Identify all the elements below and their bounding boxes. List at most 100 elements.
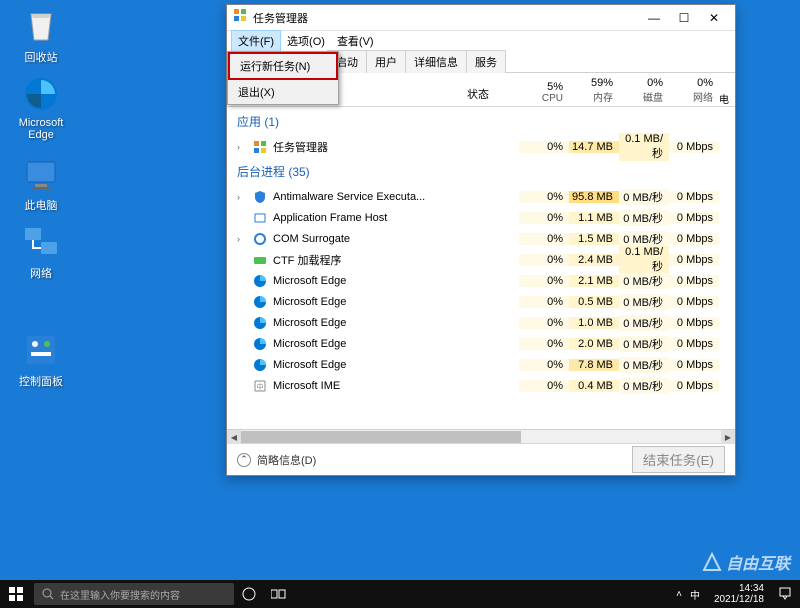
- menu-view[interactable]: 查看(V): [331, 31, 380, 51]
- app-icon: [253, 140, 267, 154]
- desktop-icon-network[interactable]: 网络: [12, 222, 70, 281]
- net-cell: 0 Mbps: [669, 191, 719, 203]
- cpu-cell: 0%: [519, 141, 569, 153]
- file-dropdown: 运行新任务(N) 退出(X): [227, 51, 339, 105]
- process-name: COM Surrogate: [273, 233, 350, 245]
- svg-text:中: 中: [257, 382, 264, 391]
- clock-date: 2021/12/18: [714, 594, 764, 605]
- desktop-icon-label: 此电脑: [12, 197, 70, 213]
- chevron-right-icon[interactable]: ›: [237, 192, 247, 202]
- window-icon: [253, 211, 267, 225]
- mem-cell: 1.1 MB: [569, 212, 619, 224]
- process-row[interactable]: Application Frame Host 0% 1.1 MB 0 MB/秒 …: [227, 207, 735, 228]
- process-row[interactable]: ›Antimalware Service Executa... 0% 95.8 …: [227, 186, 735, 207]
- process-row[interactable]: › 任务管理器 0% 14.7 MB 0.1 MB/秒 0 Mbps: [227, 136, 735, 157]
- tab-users[interactable]: 用户: [366, 50, 406, 73]
- process-row[interactable]: Microsoft Edge 0% 2.0 MB 0 MB/秒 0 Mbps: [227, 333, 735, 354]
- col-mem[interactable]: 59% 内存: [569, 73, 619, 106]
- tray-ime-icon[interactable]: 中: [690, 587, 700, 602]
- close-button[interactable]: ✕: [699, 6, 729, 30]
- search-box[interactable]: 在这里输入你要搜索的内容: [34, 583, 234, 605]
- disk-pct: 0%: [625, 77, 663, 89]
- shield-icon: [253, 190, 267, 204]
- process-row[interactable]: Microsoft Edge 0% 7.8 MB 0 MB/秒 0 Mbps: [227, 354, 735, 375]
- menu-options[interactable]: 选项(O): [281, 31, 331, 51]
- ime-icon: 中: [253, 379, 267, 393]
- cpu-pct: 5%: [525, 81, 563, 93]
- fewer-details-button[interactable]: ⌃ 简略信息(D): [237, 452, 316, 468]
- chevron-up-icon: ⌃: [237, 453, 251, 467]
- chevron-right-icon[interactable]: ›: [237, 142, 247, 152]
- disk-cell: 0 MB/秒: [619, 357, 669, 373]
- desktop-icon-control-panel[interactable]: 控制面板: [12, 330, 70, 389]
- mem-cell: 2.1 MB: [569, 275, 619, 287]
- col-cpu[interactable]: 5% CPU: [519, 73, 569, 106]
- menu-new-task[interactable]: 运行新任务(N): [228, 52, 338, 80]
- cpu-cell: 0%: [519, 275, 569, 287]
- titlebar[interactable]: 任务管理器 — ☐ ✕: [227, 5, 735, 31]
- net-pct: 0%: [675, 77, 713, 89]
- network-icon: [21, 222, 61, 262]
- minimize-button[interactable]: —: [639, 6, 669, 30]
- cpu-cell: 0%: [519, 338, 569, 350]
- desktop-icon-label: 网络: [12, 265, 70, 281]
- process-name: Microsoft IME: [273, 380, 340, 392]
- clock[interactable]: 14:34 2021/12/18: [708, 583, 770, 605]
- desktop-icon-edge[interactable]: Microsoft Edge: [12, 74, 70, 141]
- edge-icon: [253, 274, 267, 288]
- mem-cell: 14.7 MB: [569, 141, 619, 153]
- cpu-cell: 0%: [519, 212, 569, 224]
- menu-exit[interactable]: 退出(X): [228, 80, 338, 104]
- scrollbar-thumb[interactable]: [241, 431, 521, 443]
- scroll-right-button[interactable]: ▶: [721, 430, 735, 444]
- search-placeholder: 在这里输入你要搜索的内容: [60, 587, 180, 602]
- process-row[interactable]: 中Microsoft IME 0% 0.4 MB 0 MB/秒 0 Mbps: [227, 375, 735, 396]
- process-name: Microsoft Edge: [273, 359, 346, 371]
- desktop-icon-this-pc[interactable]: 此电脑: [12, 154, 70, 213]
- task-view-icon[interactable]: [264, 580, 294, 608]
- end-task-button[interactable]: 结束任务(E): [632, 446, 725, 473]
- desktop-icon-label: Microsoft Edge: [12, 117, 70, 141]
- mem-cell: 7.8 MB: [569, 359, 619, 371]
- window-title: 任务管理器: [253, 10, 308, 26]
- maximize-button[interactable]: ☐: [669, 6, 699, 30]
- mem-pct: 59%: [575, 77, 613, 89]
- watermark-text: 自由互联: [726, 550, 790, 574]
- scroll-left-button[interactable]: ◀: [227, 430, 241, 444]
- tab-services[interactable]: 服务: [466, 50, 506, 73]
- tray-chevron-icon[interactable]: ˄: [676, 589, 682, 600]
- col-status[interactable]: 状态: [463, 73, 519, 106]
- edge-icon: [253, 316, 267, 330]
- net-cell: 0 Mbps: [669, 380, 719, 392]
- disk-cell: 0 MB/秒: [619, 231, 669, 247]
- col-extra[interactable]: 电: [719, 73, 735, 106]
- watermark: 自由互联: [702, 550, 790, 574]
- chevron-right-icon[interactable]: ›: [237, 234, 247, 244]
- disk-cell: 0 MB/秒: [619, 294, 669, 310]
- edge-icon: [253, 337, 267, 351]
- process-row[interactable]: Microsoft Edge 0% 2.1 MB 0 MB/秒 0 Mbps: [227, 270, 735, 291]
- cpu-cell: 0%: [519, 254, 569, 266]
- cpu-label: CPU: [525, 93, 563, 104]
- disk-cell: 0 MB/秒: [619, 336, 669, 352]
- cortana-icon[interactable]: [234, 580, 264, 608]
- start-button[interactable]: [0, 580, 32, 608]
- cpu-cell: 0%: [519, 233, 569, 245]
- cpu-cell: 0%: [519, 296, 569, 308]
- net-cell: 0 Mbps: [669, 317, 719, 329]
- desktop-icon-label: 回收站: [12, 49, 70, 65]
- process-name: 任务管理器: [273, 139, 328, 155]
- disk-cell: 0 MB/秒: [619, 273, 669, 289]
- cpu-cell: 0%: [519, 380, 569, 392]
- process-row[interactable]: CTF 加载程序 0% 2.4 MB 0.1 MB/秒 0 Mbps: [227, 249, 735, 270]
- col-disk[interactable]: 0% 磁盘: [619, 73, 669, 106]
- desktop-icon-recycle-bin[interactable]: 回收站: [12, 6, 70, 65]
- mem-label: 内存: [575, 89, 613, 104]
- process-row[interactable]: Microsoft Edge 0% 0.5 MB 0 MB/秒 0 Mbps: [227, 291, 735, 312]
- col-net[interactable]: 0% 网络: [669, 73, 719, 106]
- horizontal-scrollbar[interactable]: ◀ ▶: [227, 429, 735, 443]
- process-row[interactable]: Microsoft Edge 0% 1.0 MB 0 MB/秒 0 Mbps: [227, 312, 735, 333]
- tab-details[interactable]: 详细信息: [405, 50, 467, 73]
- notification-icon[interactable]: [778, 586, 792, 603]
- menu-file[interactable]: 文件(F): [231, 30, 281, 52]
